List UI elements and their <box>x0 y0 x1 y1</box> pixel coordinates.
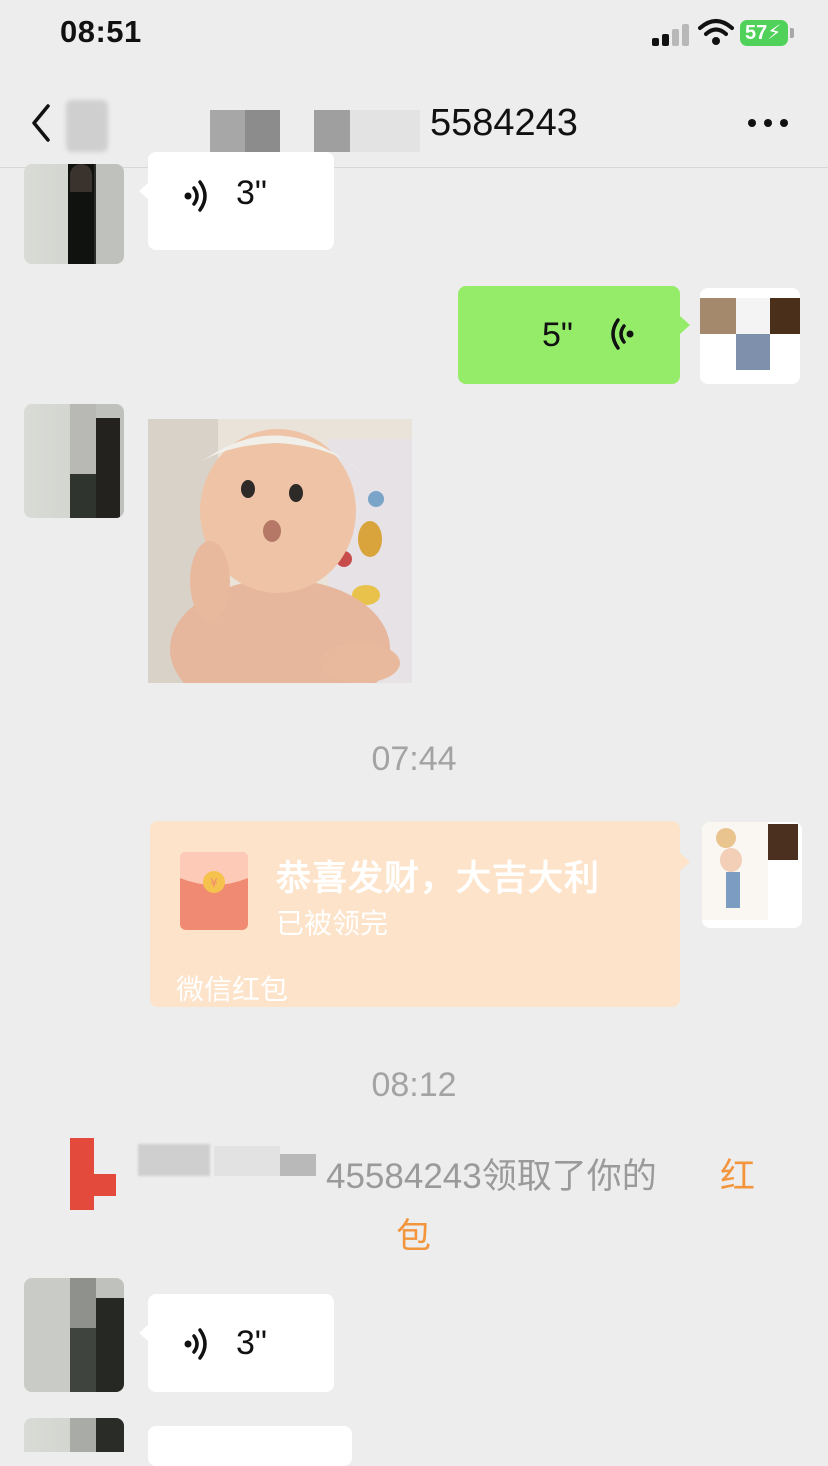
voice-message-bubble[interactable]: 5" <box>458 286 690 384</box>
blurred-contact-avatar <box>66 100 108 152</box>
voice-duration: 3" <box>236 174 267 212</box>
baby-photo-illustration <box>148 419 412 683</box>
more-icon[interactable] <box>744 116 792 130</box>
blurred-title-part <box>210 110 280 152</box>
voice-duration: 3" <box>236 1324 267 1362</box>
voice-duration: 5" <box>542 316 573 354</box>
timestamp-separator: 08:12 <box>371 1066 457 1104</box>
battery-tip <box>790 28 794 38</box>
cellular-signal-icon <box>652 24 690 46</box>
red-packet-status: 已被领完 <box>276 908 389 939</box>
red-packet-title: 恭喜发财，大吉大利 <box>276 859 601 898</box>
red-packet-link[interactable]: 包 <box>396 1208 431 1259</box>
blurred-name-part <box>138 1144 210 1176</box>
red-envelope-icon: ¥ <box>180 852 248 930</box>
voice-wave-icon <box>184 1328 207 1360</box>
voice-wave-icon <box>184 180 207 212</box>
voice-message-bubble[interactable]: 3" <box>139 1294 334 1392</box>
contact-avatar[interactable] <box>24 164 124 264</box>
voice-message-bubble[interactable]: 3" <box>139 152 334 250</box>
system-notice-text: 45584243领取了你的 <box>326 1157 657 1196</box>
blurred-title-part <box>350 110 420 152</box>
self-avatar[interactable] <box>700 288 800 384</box>
wifi-icon <box>698 19 734 45</box>
image-message-baby-photo[interactable] <box>148 419 412 683</box>
battery-indicator: 57⚡ <box>740 20 788 46</box>
chevron-left-icon[interactable] <box>26 100 56 146</box>
status-time: 08:51 <box>60 14 142 49</box>
battery-level: 57 <box>745 22 768 44</box>
blurred-name-part <box>214 1146 280 1176</box>
chat-title: 5584243 <box>430 102 578 144</box>
self-avatar[interactable] <box>702 822 802 928</box>
blurred-name-part <box>280 1154 316 1176</box>
charging-bolt-icon: ⚡ <box>767 22 782 44</box>
voice-wave-icon <box>611 318 634 350</box>
red-packet-small-icon <box>70 1138 116 1210</box>
contact-avatar[interactable] <box>24 1278 124 1392</box>
timestamp-separator: 07:44 <box>371 740 457 778</box>
red-packet-footer: 微信红包 <box>176 974 289 1005</box>
contact-avatar[interactable] <box>24 1418 124 1452</box>
svg-text:¥: ¥ <box>210 876 218 890</box>
red-packet-link[interactable]: 红 <box>720 1148 755 1199</box>
partial-message-bubble[interactable] <box>148 1426 352 1466</box>
contact-avatar[interactable] <box>24 404 124 518</box>
blurred-title-part <box>314 110 350 152</box>
